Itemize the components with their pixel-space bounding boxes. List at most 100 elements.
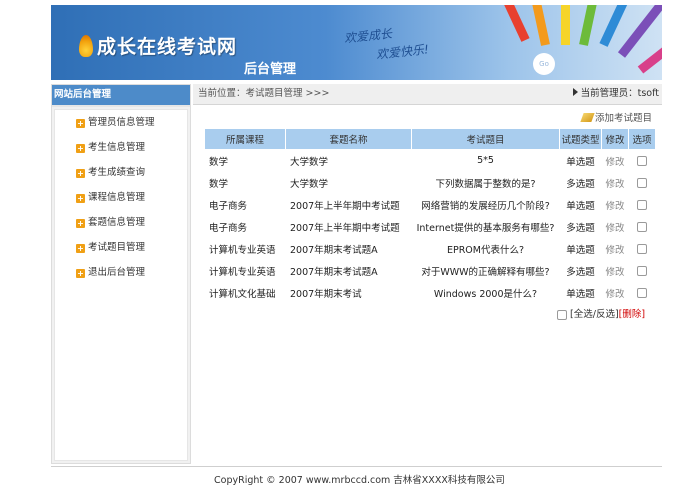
edit-link[interactable]: 修改	[602, 172, 628, 193]
row-select-cell	[629, 282, 655, 303]
delete-link[interactable]: [删除]	[619, 309, 645, 320]
column-header-question: 考试题目	[412, 129, 559, 149]
pencil-icon	[580, 113, 595, 122]
triangle-right-icon	[572, 88, 578, 96]
row-checkbox[interactable]	[637, 155, 647, 166]
cell-course: 数学	[209, 156, 229, 168]
sidebar-item-label: 套题信息管理	[88, 217, 146, 228]
column-header-edit: 修改	[602, 129, 628, 149]
cell-course: 计算机专业英语	[209, 244, 276, 256]
table-header-row: 所属课程 套题名称 考试题目 试题类型 修改 选项	[205, 129, 655, 149]
cell-set: 2007年上半年期中考试题	[290, 222, 400, 234]
cell-course: 计算机专业英语	[209, 266, 276, 278]
cell-course: 计算机文化基础	[209, 288, 276, 300]
sidebar-item-set-info[interactable]: + 套题信息管理	[55, 210, 187, 235]
plus-square-icon: +	[76, 119, 85, 128]
plus-square-icon: +	[76, 244, 85, 253]
cell-set: 2007年上半年期中考试题	[290, 200, 400, 212]
cell-type: 多选题	[566, 222, 595, 234]
cell-set: 2007年期末考试	[290, 288, 362, 300]
sidebar-item-course-info[interactable]: + 课程信息管理	[55, 185, 187, 210]
row-select-cell	[629, 216, 655, 237]
decorative-pencil	[561, 5, 570, 45]
sidebar-menu: + 管理员信息管理 + 考生信息管理 + 考生成绩查询 + 课程信息管理 + 套题信息管理…	[54, 109, 188, 461]
edit-link[interactable]: 修改	[602, 238, 628, 259]
row-checkbox[interactable]	[637, 177, 647, 188]
add-question-label: 添加考试题目	[595, 113, 653, 124]
row-checkbox[interactable]	[637, 265, 647, 276]
sidebar-item-student-info[interactable]: + 考生信息管理	[55, 135, 187, 160]
header-banner: 成长在线考试网 后台管理 欢爱成长 欢爱快乐! Go	[51, 5, 662, 80]
plus-square-icon: +	[76, 194, 85, 203]
site-subtitle: 后台管理	[244, 62, 297, 77]
sidebar-item-label: 考试题目管理	[88, 242, 146, 253]
current-admin: 当前管理员：tsoft	[572, 84, 659, 104]
edit-link[interactable]: 修改	[602, 150, 628, 171]
sidebar-item-label: 考生成绩查询	[88, 167, 146, 178]
slogan-line-1: 欢爱成长	[343, 26, 393, 46]
edit-link[interactable]: 修改	[602, 194, 628, 215]
table-row: 数学 大学数学 下列数据属于整数的是? 多选题 修改	[205, 172, 655, 193]
cell-set: 大学数学	[290, 178, 329, 190]
cell-set: 2007年期末考试题A	[290, 244, 378, 256]
sidebar-item-logout[interactable]: + 退出后台管理	[55, 260, 187, 285]
edit-link[interactable]: 修改	[602, 282, 628, 303]
row-select-cell	[629, 150, 655, 171]
column-header-course: 所属课程	[205, 129, 285, 149]
cell-course: 数学	[209, 178, 229, 190]
cell-question: 网络营销的发展经历几个阶段?	[421, 200, 550, 212]
select-toggle-link[interactable]: [全选/反选]	[570, 309, 619, 320]
cell-type: 单选题	[566, 200, 595, 212]
row-checkbox[interactable]	[637, 199, 647, 210]
edit-link[interactable]: 修改	[602, 260, 628, 281]
plus-square-icon: +	[76, 144, 85, 153]
sidebar-item-label: 管理员信息管理	[88, 117, 155, 128]
footer-divider	[51, 466, 662, 467]
cell-set: 大学数学	[290, 156, 329, 168]
row-checkbox[interactable]	[637, 287, 647, 298]
select-all-checkbox[interactable]	[557, 309, 567, 320]
plus-square-icon: +	[76, 219, 85, 228]
table-row: 电子商务 2007年上半年期中考试题 网络营销的发展经历几个阶段? 单选题 修改	[205, 194, 655, 215]
sidebar-item-label: 考生信息管理	[88, 142, 146, 153]
slogan-line-2: 欢爱快乐!	[375, 42, 430, 62]
table-row: 数学 大学数学 5*5 单选题 修改	[205, 150, 655, 171]
decorative-pencil	[617, 5, 662, 58]
row-checkbox[interactable]	[637, 243, 647, 254]
site-logo-text: 成长在线考试网	[97, 36, 238, 58]
edit-link[interactable]: 修改	[602, 216, 628, 237]
cell-question: 对于WWW的正确解释有哪些?	[421, 266, 550, 278]
column-header-set: 套题名称	[286, 129, 411, 149]
cell-type: 单选题	[566, 288, 595, 300]
cell-set: 2007年期末考试题A	[290, 266, 378, 278]
cell-question: EPROM代表什么?	[446, 244, 525, 256]
sidebar-item-admin-info[interactable]: + 管理员信息管理	[55, 110, 187, 135]
cell-type: 单选题	[566, 244, 595, 256]
sidebar-title: 网站后台管理	[52, 85, 190, 107]
row-select-cell	[629, 238, 655, 259]
decorative-pencil	[481, 5, 530, 42]
column-header-select: 选项	[629, 129, 655, 149]
table-row: 计算机文化基础 2007年期末考试 Windows 2000是什么? 单选题 修…	[205, 282, 655, 303]
breadcrumb: 当前位置：考试题目管理 >>> 当前管理员：tsoft	[193, 84, 662, 105]
table-row: 计算机专业英语 2007年期末考试题A 对于WWW的正确解释有哪些? 多选题 修…	[205, 260, 655, 281]
sidebar-item-score-query[interactable]: + 考生成绩查询	[55, 160, 187, 185]
row-checkbox[interactable]	[637, 221, 647, 232]
table-row: 计算机专业英语 2007年期末考试题A EPROM代表什么? 单选题 修改	[205, 238, 655, 259]
cell-question: 下列数据属于整数的是?	[435, 178, 536, 190]
table-row: 电子商务 2007年上半年期中考试题 Internet提供的基本服务有哪些? 多…	[205, 216, 655, 237]
plus-square-icon: +	[76, 269, 85, 278]
breadcrumb-location: 当前位置：考试题目管理 >>>	[198, 88, 330, 99]
cell-question: Internet提供的基本服务有哪些?	[416, 222, 555, 234]
footer-copyright: CopyRight © 2007 www.mrbccd.com 吉林省XXXX科…	[214, 475, 505, 486]
sidebar: 网站后台管理 + 管理员信息管理 + 考生信息管理 + 考生成绩查询 + 课程信息管理 …	[51, 84, 191, 464]
add-question-link[interactable]: 添加考试题目	[580, 110, 653, 124]
cell-type: 多选题	[566, 266, 595, 278]
row-select-cell	[629, 172, 655, 193]
go-badge: Go	[533, 53, 555, 75]
column-header-type: 试题类型	[560, 129, 601, 149]
cell-question: 5*5	[477, 155, 494, 166]
sidebar-item-question-manage[interactable]: + 考试题目管理	[55, 235, 187, 260]
cell-course: 电子商务	[209, 200, 248, 212]
bulk-actions: [全选/反选][删除]	[557, 306, 645, 320]
